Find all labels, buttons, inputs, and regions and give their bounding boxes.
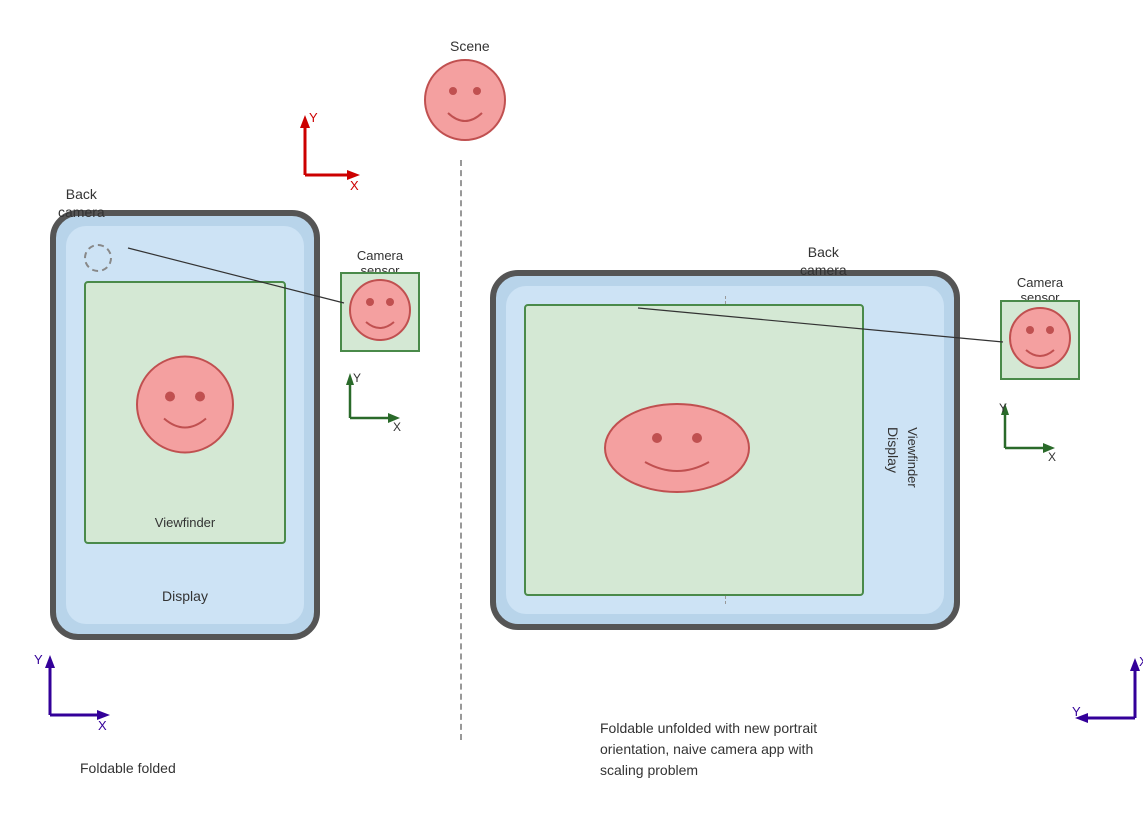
svg-text:Y: Y	[309, 110, 318, 125]
scene-label: Scene	[450, 38, 490, 54]
camera-sensor-right	[1000, 300, 1080, 380]
display-label-left: Display	[66, 588, 304, 604]
back-camera-label-right: Back camera	[800, 243, 847, 279]
viewfinder-left: Viewfinder	[84, 281, 286, 544]
viewfinder-label-right: Viewfinder	[905, 427, 920, 487]
svg-text:Y: Y	[34, 652, 43, 667]
svg-text:X: X	[1139, 654, 1143, 669]
display-label-right: Display	[885, 427, 901, 473]
viewfinder-label-left: Viewfinder	[86, 515, 284, 530]
svg-text:X: X	[350, 178, 359, 193]
sensor-axes-left: Y X	[340, 368, 410, 433]
back-camera-label-left: Back camera	[58, 185, 105, 221]
caption-right: Foldable unfolded with new portrait orie…	[600, 718, 817, 781]
sensor-face-left	[342, 274, 418, 350]
bottom-axes-left: Y X	[30, 650, 120, 730]
scene-face	[420, 55, 510, 145]
coord-top-axes: Y X	[285, 110, 365, 190]
bottom-axes-right: X Y	[1070, 648, 1143, 738]
svg-text:X: X	[393, 420, 401, 434]
svg-text:Y: Y	[1072, 704, 1081, 719]
viewfinder-right: Viewfinder	[524, 304, 864, 596]
sensor-face-right	[1002, 302, 1078, 378]
phone-right-inner: Viewfinder Display	[506, 286, 944, 614]
viewfinder-face-right	[597, 400, 757, 500]
camera-hole-left	[84, 244, 112, 272]
phone-left: Viewfinder Display	[50, 210, 320, 640]
section-divider	[460, 160, 462, 740]
svg-text:Y: Y	[999, 401, 1007, 415]
svg-text:Y: Y	[353, 371, 361, 385]
svg-text:X: X	[98, 718, 107, 733]
viewfinder-face-left	[130, 352, 240, 462]
svg-text:X: X	[1048, 450, 1056, 464]
phone-right: Viewfinder Display	[490, 270, 960, 630]
caption-left: Foldable folded	[80, 760, 176, 776]
phone-left-inner: Viewfinder Display	[66, 226, 304, 624]
sensor-axes-right: Y X	[995, 398, 1065, 463]
camera-sensor-left	[340, 272, 420, 352]
